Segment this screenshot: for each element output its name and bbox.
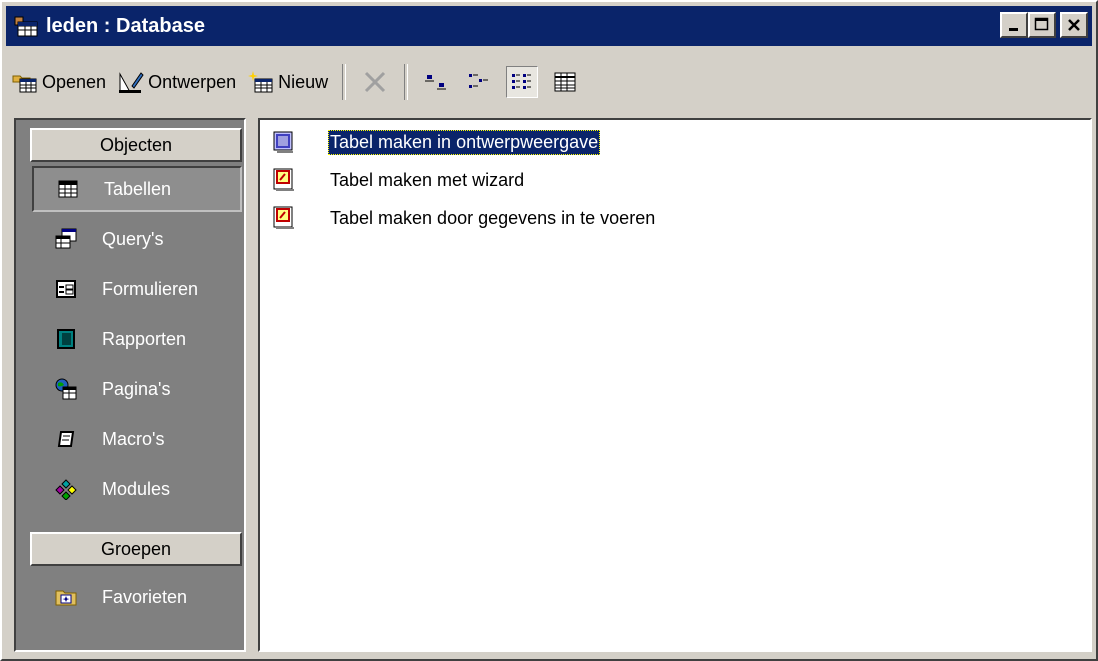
new-icon (248, 69, 274, 95)
object-list[interactable]: Tabel maken in ontwerpweergave Tabel mak… (258, 118, 1092, 652)
design-button[interactable]: Ontwerpen (112, 64, 242, 100)
new-button[interactable]: Nieuw (242, 64, 334, 100)
small-icons-button[interactable] (464, 67, 494, 97)
wizard-icon (272, 167, 296, 193)
list-item-label: Tabel maken in ontwerpweergave (328, 129, 601, 155)
sidebar-item-label: Rapporten (102, 328, 187, 349)
sidebar-item-rapporten[interactable]: Rapporten (32, 316, 254, 362)
table-icon (56, 177, 80, 201)
window-controls (1000, 12, 1088, 38)
page-icon (54, 377, 78, 401)
open-button[interactable]: Openen (6, 64, 112, 100)
close-icon (1068, 19, 1080, 31)
list-item-label: Tabel maken met wizard (330, 169, 525, 190)
macro-icon (54, 427, 78, 451)
large-icons-icon (425, 75, 447, 90)
sidebar-item-macros[interactable]: Macro's (32, 416, 254, 462)
large-icons-button[interactable] (422, 67, 452, 97)
sidebar-item-label: Macro's (102, 428, 165, 449)
favorites-folder-icon (54, 585, 78, 609)
sidebar-item-label: Tabellen (104, 178, 172, 199)
objects-header-button[interactable]: Objecten (30, 128, 242, 162)
open-label: Openen (42, 71, 107, 92)
details-view-icon (554, 72, 576, 92)
module-icon (54, 477, 78, 501)
maximize-icon (1034, 17, 1049, 31)
toolbar-separator (342, 64, 347, 100)
window-title: leden : Database (46, 14, 205, 37)
database-window-icon[interactable] (12, 12, 40, 40)
maximize-button[interactable] (1028, 12, 1056, 38)
list-item[interactable]: Tabel maken door gegevens in te voeren (272, 202, 657, 234)
sidebar-item-tabellen[interactable]: Tabellen (32, 166, 242, 212)
toolbar: Openen Ontwerpen Nieuw (6, 52, 1092, 112)
delete-button[interactable] (360, 67, 390, 97)
minimize-icon (1009, 28, 1018, 31)
sidebar-item-paginas[interactable]: Pagina's (32, 366, 254, 412)
small-icons-icon (469, 74, 489, 88)
design-view-icon (272, 129, 296, 155)
objects-bar: Objecten Tabellen Query's Formulieren Ra… (14, 118, 246, 652)
list-item[interactable]: Tabel maken met wizard (272, 164, 526, 196)
minimize-button[interactable] (1000, 12, 1028, 38)
wizard-icon (272, 205, 296, 231)
sidebar-item-label: Pagina's (102, 378, 171, 399)
title-bar[interactable]: leden : Database (6, 6, 1092, 46)
query-icon (54, 227, 78, 251)
groups-header-button[interactable]: Groepen (30, 532, 242, 566)
details-view-button[interactable] (550, 67, 580, 97)
sidebar-item-label: Modules (102, 478, 171, 499)
sidebar-item-label: Favorieten (102, 586, 188, 607)
delete-icon (365, 71, 386, 93)
list-item[interactable]: Tabel maken in ontwerpweergave (272, 126, 601, 158)
list-view-icon (512, 74, 532, 89)
form-icon (54, 277, 78, 301)
design-label: Ontwerpen (148, 71, 237, 92)
open-icon (12, 69, 38, 95)
close-button[interactable] (1060, 12, 1088, 38)
list-view-button[interactable] (506, 66, 539, 98)
sidebar-item-favorieten[interactable]: Favorieten (32, 574, 254, 620)
database-window: leden : Database Openen Ontwerpen Nieuw … (0, 0, 1098, 661)
report-icon (54, 327, 78, 351)
toolbar-separator (404, 64, 409, 100)
sidebar-item-querys[interactable]: Query's (32, 216, 254, 262)
sidebar-item-label: Formulieren (102, 278, 199, 299)
new-label: Nieuw (278, 71, 329, 92)
sidebar-item-modules[interactable]: Modules (32, 466, 254, 512)
sidebar-item-label: Query's (102, 228, 164, 249)
design-icon (118, 69, 144, 95)
list-item-label: Tabel maken door gegevens in te voeren (330, 207, 656, 228)
sidebar-item-formulieren[interactable]: Formulieren (32, 266, 254, 312)
